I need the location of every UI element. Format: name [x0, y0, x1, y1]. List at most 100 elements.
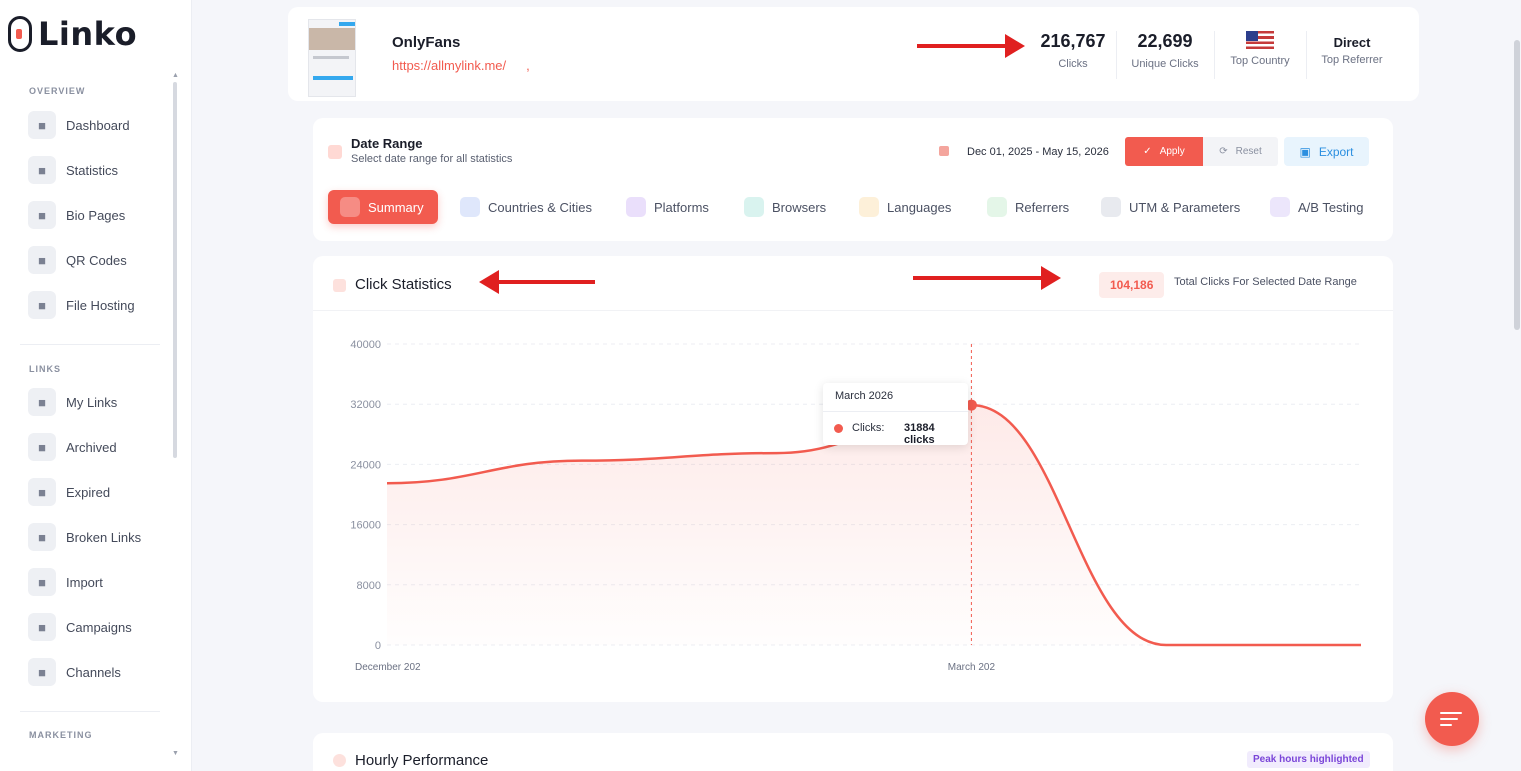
chart-icon: ■ [28, 156, 56, 184]
y-tick-label: 8000 [357, 580, 381, 592]
section-title-marketing: MARKETING [29, 730, 93, 740]
y-tick-label: 0 [375, 640, 381, 652]
sidebar-item-label: Statistics [66, 162, 119, 178]
location-icon [460, 197, 480, 217]
scroll-down-icon[interactable]: ▼ [172, 750, 179, 757]
sidebar-item-label: Import [66, 574, 103, 590]
sidebar-item-label: Archived [66, 439, 117, 455]
sidebar-item-import[interactable]: ■ Import [28, 568, 103, 596]
link-url-tail: , [526, 58, 530, 73]
grid-icon: ■ [28, 111, 56, 139]
sidebar-scrollbar[interactable] [173, 82, 177, 458]
calendar-small-icon [939, 146, 949, 156]
stat-divider [1306, 31, 1307, 79]
tab-platforms[interactable]: Platforms [626, 190, 709, 224]
unique-clicks-stat: 22,699 Unique Clicks [1120, 31, 1210, 70]
platform-icon [626, 197, 646, 217]
sidebar-divider [20, 344, 160, 345]
date-range-input[interactable]: Dec 01, 2025 - May 15, 2026 [967, 146, 1109, 158]
page-scrollbar[interactable] [1514, 40, 1520, 330]
users-icon: ■ [28, 201, 56, 229]
link-summary-card: OnlyFans https://allmylink.me/, 216,767 … [288, 7, 1419, 101]
top-country-stat: Top Country [1218, 31, 1302, 67]
sidebar-item-dashboard[interactable]: ■ Dashboard [28, 111, 130, 139]
tab-languages[interactable]: Languages [859, 190, 951, 224]
y-tick-label: 16000 [350, 520, 381, 532]
y-tick-label: 40000 [350, 339, 381, 351]
stat-divider [1214, 31, 1215, 79]
x-tick-label: December 202 [355, 662, 421, 673]
link-thumbnail [308, 19, 356, 97]
link-icon: ■ [28, 388, 56, 416]
reset-button[interactable]: ⟳ Reset [1203, 137, 1278, 166]
tab-label: Countries & Cities [488, 199, 593, 215]
clock-icon: ■ [28, 478, 56, 506]
tab-label: Platforms [654, 199, 709, 215]
apply-label: Apply [1159, 146, 1185, 157]
unique-clicks-value: 22,699 [1137, 31, 1193, 51]
sidebar-item-campaigns[interactable]: ■ Campaigns [28, 613, 132, 641]
clicks-stat: 216,767 Clicks [1033, 31, 1113, 70]
refresh-icon: ⟳ [1219, 146, 1228, 157]
menu-fab-button[interactable] [1425, 692, 1479, 746]
date-range-subtitle: Select date range for all statistics [351, 153, 513, 165]
peak-hours-badge: Peak hours highlighted [1247, 751, 1370, 768]
tab-summary[interactable]: Summary [328, 190, 438, 224]
tab-utm-parameters[interactable]: UTM & Parameters [1101, 190, 1240, 224]
sidebar-item-label: Campaigns [66, 619, 132, 635]
export-icon: ▣ [1299, 144, 1311, 159]
tab-label: A/B Testing [1298, 199, 1364, 215]
sidebar-item-qr-codes[interactable]: ■ QR Codes [28, 246, 127, 274]
sidebar-item-archived[interactable]: ■ Archived [28, 433, 117, 461]
stat-divider [1116, 31, 1117, 79]
sidebar-item-channels[interactable]: ■ Channels [28, 658, 121, 686]
sidebar-item-bio-pages[interactable]: ■ Bio Pages [28, 201, 125, 229]
scroll-up-icon[interactable]: ▲ [172, 72, 179, 79]
qr-icon: ■ [28, 246, 56, 274]
us-flag-icon [1246, 31, 1274, 49]
channels-icon: ■ [28, 658, 56, 686]
x-tick-label: March 202 [948, 662, 996, 673]
top-referrer-label: Top Referrer [1321, 54, 1383, 66]
sidebar-item-label: Dashboard [66, 117, 130, 133]
home-icon [340, 197, 360, 217]
tab-label: Browsers [772, 199, 827, 215]
top-country-label: Top Country [1230, 55, 1290, 67]
click-chart[interactable]: 0 8000 16000 24000 32000 40000 December 202 Mar… [313, 256, 1393, 702]
sidebar-item-file-hosting[interactable]: ■ File Hosting [28, 291, 135, 319]
y-tick-label: 24000 [350, 459, 381, 471]
cloud-icon: ■ [28, 291, 56, 319]
sidebar-divider [20, 711, 160, 712]
tab-referrers[interactable]: Referrers [987, 190, 1069, 224]
logo[interactable]: Linko [8, 14, 137, 54]
link-url-text: https://allmylink.me/ [392, 58, 507, 73]
sidebar-item-expired[interactable]: ■ Expired [28, 478, 110, 506]
flag-icon [859, 197, 879, 217]
tooltip-title: March 2026 [835, 390, 894, 402]
tab-label: Languages [887, 199, 952, 215]
sidebar-item-statistics[interactable]: ■ Statistics [28, 156, 118, 184]
clicks-label: Clicks [1058, 58, 1088, 70]
tab-label: Referrers [1015, 199, 1070, 215]
apply-button[interactable]: ✓ Apply [1125, 137, 1203, 166]
link-url[interactable]: https://allmylink.me/, [392, 58, 530, 73]
tab-browsers[interactable]: Browsers [744, 190, 826, 224]
import-icon: ■ [28, 568, 56, 596]
section-title-links: LINKS [29, 364, 61, 374]
check-icon: ✓ [1143, 146, 1152, 157]
sidebar-item-my-links[interactable]: ■ My Links [28, 388, 117, 416]
hourly-title: Hourly Performance [355, 752, 489, 769]
tag-icon [1101, 197, 1121, 217]
top-referrer-stat: Direct Top Referrer [1310, 35, 1394, 66]
unique-clicks-label: Unique Clicks [1131, 58, 1199, 70]
sidebar-item-label: Bio Pages [66, 207, 126, 223]
tooltip-label: Clicks: [852, 422, 885, 434]
tab-countries-cities[interactable]: Countries & Cities [460, 190, 592, 224]
sidebar-item-broken-links[interactable]: ■ Broken Links [28, 523, 141, 551]
section-title-overview: OVERVIEW [29, 86, 86, 96]
broken-link-icon: ■ [28, 523, 56, 551]
sidebar-item-label: Channels [66, 664, 121, 680]
export-button[interactable]: ▣ Export [1284, 137, 1369, 166]
reset-label: Reset [1235, 146, 1262, 157]
tab-ab-testing[interactable]: A/B Testing [1270, 190, 1364, 224]
